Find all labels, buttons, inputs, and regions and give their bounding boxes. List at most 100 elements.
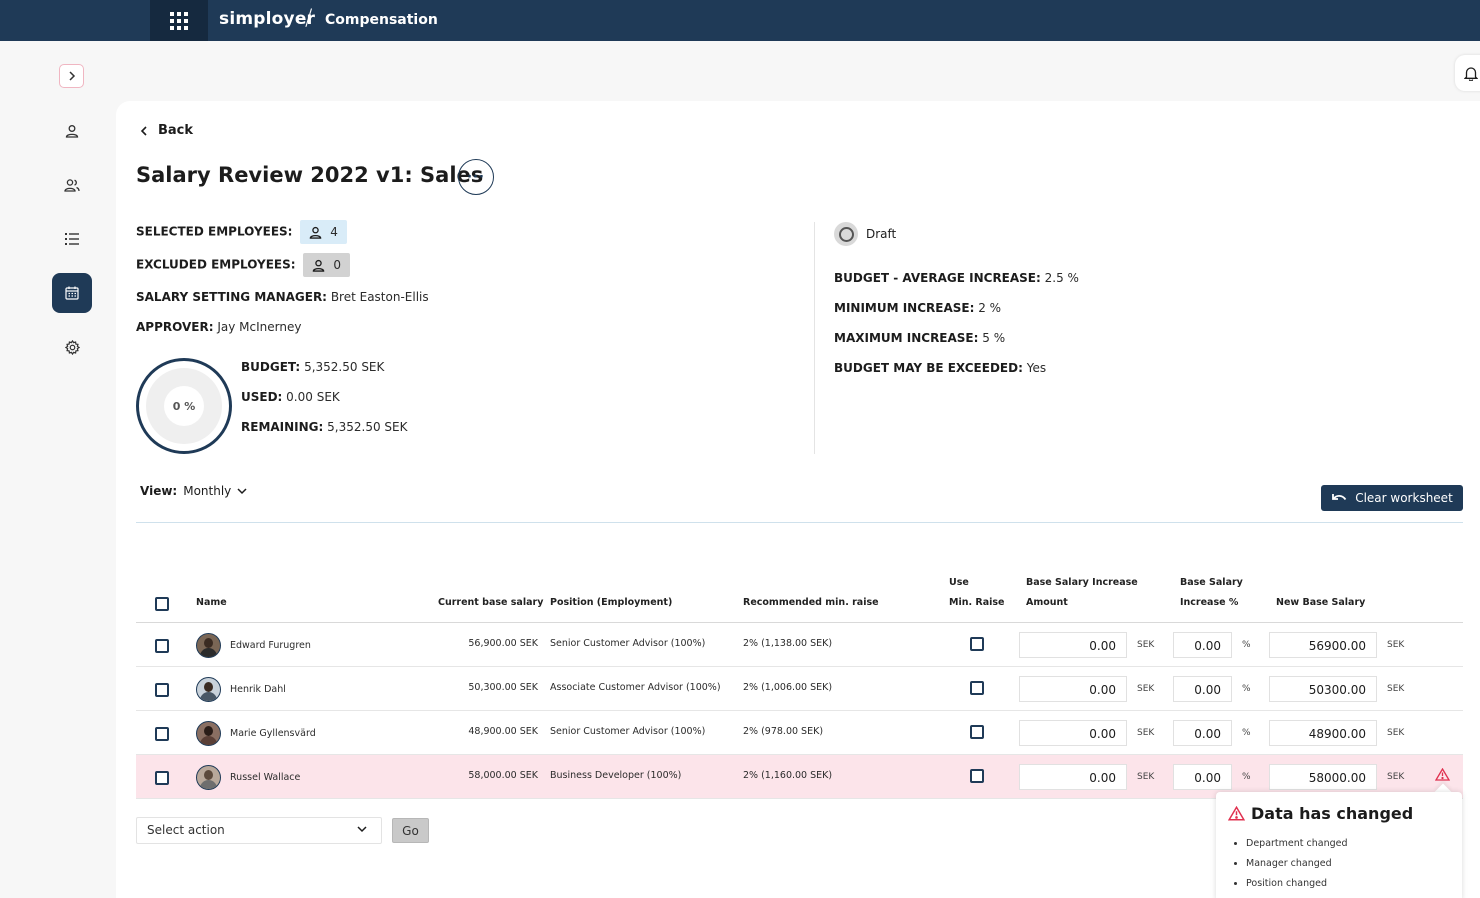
- increase-amount-input[interactable]: 0.00: [1019, 720, 1127, 746]
- current-salary: 48,900.00 SEK: [468, 726, 538, 737]
- increase-percent-input[interactable]: 0.00: [1173, 632, 1232, 658]
- new-salary-input[interactable]: 56900.00: [1269, 632, 1377, 658]
- column-header-position[interactable]: Position (Employment): [550, 593, 672, 613]
- status-icon: [834, 222, 858, 246]
- average-increase-label: BUDGET - AVERAGE INCREASE:: [834, 271, 1041, 285]
- person-icon: [65, 125, 79, 138]
- employee-name[interactable]: Henrik Dahl: [230, 684, 286, 695]
- column-header-pct-2: Increase %: [1180, 597, 1239, 608]
- increase-percent-input[interactable]: 0.00: [1173, 764, 1232, 790]
- brand-logo[interactable]: simployer: [219, 9, 315, 29]
- percent-unit: %: [1242, 772, 1251, 782]
- view-label: View:: [140, 484, 178, 498]
- percent-unit: %: [1242, 728, 1251, 738]
- employee-name[interactable]: Edward Furugren: [230, 640, 311, 651]
- grid-icon: [170, 11, 188, 30]
- sidebar-expand-button[interactable]: [59, 64, 84, 88]
- go-button[interactable]: Go: [392, 818, 429, 843]
- increase-percent-input[interactable]: 0.00: [1173, 676, 1232, 702]
- undo-icon: [1332, 494, 1347, 501]
- sidebar-item-settings[interactable]: [52, 327, 92, 367]
- used-value: 0.00 SEK: [286, 390, 340, 404]
- use-min-raise-checkbox[interactable]: [970, 637, 984, 651]
- app-title[interactable]: Compensation: [325, 12, 438, 28]
- summary-divider: [814, 222, 815, 454]
- warning-icon[interactable]: [1435, 768, 1450, 781]
- new-salary-input[interactable]: 48900.00: [1269, 720, 1377, 746]
- amount-unit: SEK: [1137, 728, 1155, 738]
- chevron-down-icon: [237, 487, 247, 494]
- notifications-button[interactable]: [1455, 55, 1480, 91]
- used-label: USED:: [241, 390, 283, 404]
- column-header-new-salary: New Base Salary: [1276, 597, 1366, 608]
- remaining-label: REMAINING:: [241, 420, 324, 434]
- data-changed-tooltip: Data has changed Department changed Mana…: [1216, 792, 1462, 898]
- sidebar-item-calendar[interactable]: [52, 273, 92, 313]
- more-options-button[interactable]: ···: [458, 159, 494, 195]
- chevron-down-icon: [357, 826, 367, 833]
- approver-label: APPROVER:: [136, 320, 214, 334]
- position: Associate Customer Advisor (100%): [550, 682, 721, 693]
- current-salary: 56,900.00 SEK: [468, 638, 538, 649]
- average-increase: BUDGET - AVERAGE INCREASE: 2.5 %: [834, 271, 1079, 285]
- section-divider: [136, 522, 1463, 523]
- increase-percent-input[interactable]: 0.00: [1173, 720, 1232, 746]
- back-link[interactable]: Back: [140, 123, 193, 138]
- breadcrumb-separator: /: [305, 6, 313, 31]
- budget-usage-donut: 0 %: [136, 358, 232, 454]
- list-item: Department changed: [1246, 838, 1348, 849]
- excluded-employees-count: 0: [333, 258, 342, 272]
- column-header-name[interactable]: Name: [196, 593, 227, 613]
- average-increase-value: 2.5 %: [1044, 271, 1079, 285]
- amount-unit: SEK: [1137, 772, 1155, 782]
- row-checkbox[interactable]: [155, 683, 169, 697]
- excluded-employees-chip[interactable]: 0: [303, 253, 351, 277]
- status-label: Draft: [866, 227, 897, 241]
- selected-employees-chip[interactable]: 4: [300, 220, 347, 244]
- column-header-recommended[interactable]: Recommended min. raise: [743, 593, 879, 613]
- sidebar-item-person[interactable]: [52, 111, 92, 151]
- row-checkbox[interactable]: [155, 639, 169, 653]
- sidebar-item-team[interactable]: [52, 165, 92, 205]
- column-header-current-salary[interactable]: Current base salary: [438, 593, 543, 613]
- employee-name[interactable]: Russel Wallace: [230, 772, 300, 783]
- back-label: Back: [158, 123, 194, 138]
- salary-manager: SALARY SETTING MANAGER: Bret Easton-Elli…: [136, 290, 429, 304]
- view-selector[interactable]: View: Monthly: [140, 484, 247, 498]
- new-salary-input[interactable]: 50300.00: [1269, 676, 1377, 702]
- bulk-action-select[interactable]: Select action: [136, 817, 382, 844]
- row-checkbox[interactable]: [155, 771, 169, 785]
- employee-name[interactable]: Marie Gyllensvärd: [230, 728, 316, 739]
- column-header-use-min-2: Min. Raise: [949, 597, 1005, 608]
- column-header-amount-2: Amount: [1026, 597, 1068, 608]
- budget: BUDGET: 5,352.50 SEK: [241, 360, 384, 374]
- recommended-raise: 2% (978.00 SEK): [743, 726, 824, 737]
- use-min-raise-checkbox[interactable]: [970, 769, 984, 783]
- page-title: Salary Review 2022 v1: Sales: [136, 163, 484, 187]
- salary-manager-value: Bret Easton-Ellis: [330, 290, 429, 304]
- increase-amount-input[interactable]: 0.00: [1019, 764, 1127, 790]
- minimum-increase: MINIMUM INCREASE: 2 %: [834, 301, 1001, 315]
- increase-amount-input[interactable]: 0.00: [1019, 632, 1127, 658]
- tooltip-change-list: Department changed Manager changed Posit…: [1246, 838, 1348, 898]
- clear-worksheet-button[interactable]: Clear worksheet: [1321, 485, 1463, 511]
- new-salary-input[interactable]: 58000.00: [1269, 764, 1377, 790]
- minimum-increase-value: 2 %: [978, 301, 1002, 315]
- row-checkbox[interactable]: [155, 727, 169, 741]
- approver: APPROVER: Jay McInerney: [136, 320, 301, 334]
- sidebar-item-list[interactable]: [52, 219, 92, 259]
- app-launcher-button[interactable]: [150, 0, 208, 41]
- percent-unit: %: [1242, 640, 1251, 650]
- list-item: Position changed: [1246, 878, 1348, 889]
- list-item: Manager changed: [1246, 858, 1348, 869]
- increase-amount-input[interactable]: 0.00: [1019, 676, 1127, 702]
- current-salary: 50,300.00 SEK: [468, 682, 538, 693]
- use-min-raise-checkbox[interactable]: [970, 725, 984, 739]
- budget-exceed-value: Yes: [1026, 361, 1047, 375]
- current-salary: 58,000.00 SEK: [468, 770, 538, 781]
- chevron-right-icon: [68, 71, 75, 81]
- new-salary-unit: SEK: [1387, 684, 1405, 694]
- column-header-use-min-1: Use: [949, 577, 969, 588]
- select-all-checkbox[interactable]: [155, 597, 169, 611]
- use-min-raise-checkbox[interactable]: [970, 681, 984, 695]
